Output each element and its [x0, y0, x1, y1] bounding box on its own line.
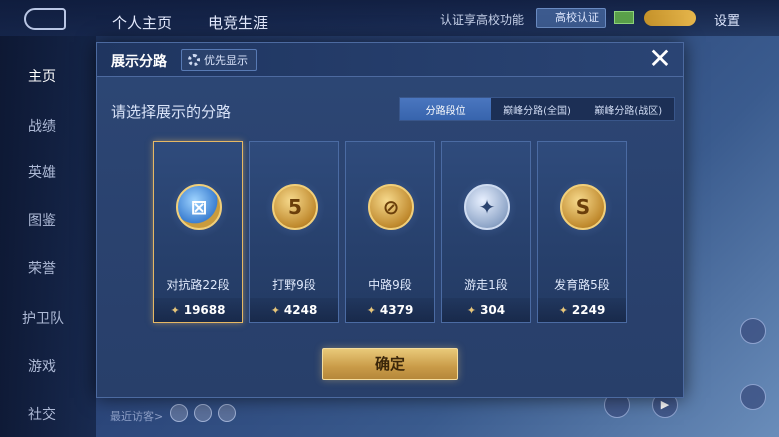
flag-icon — [614, 11, 634, 24]
score-value: 2249 — [571, 303, 606, 317]
lane-card-top[interactable]: ⊠ 对抗路22段 ✦ 19688 — [153, 141, 243, 323]
confirm-button[interactable]: 确定 — [322, 348, 458, 380]
settings-button[interactable]: 设置 — [714, 10, 740, 29]
top-lane-emblem-icon: ⊠ — [176, 184, 222, 230]
roam-emblem-icon: ✦ — [464, 184, 510, 230]
score-arrow-icon: ✦ — [366, 303, 376, 317]
lane-card-mid[interactable]: ⊘ 中路9段 ✦ 4379 — [345, 141, 435, 323]
visitor-avatar-icon[interactable] — [194, 404, 212, 422]
close-button[interactable]: ✕ — [645, 45, 675, 75]
tab-peak-national[interactable]: 巅峰分路(全国) — [491, 98, 582, 120]
nav-item-record[interactable]: 战绩 — [28, 116, 56, 136]
side-action-icon[interactable] — [740, 318, 766, 344]
left-nav — [0, 36, 96, 437]
campus-verify-button[interactable]: 高校认证 — [536, 8, 606, 28]
score-arrow-icon: ✦ — [466, 303, 477, 317]
tab-lane-rank[interactable]: 分路段位 — [400, 98, 492, 120]
card-score: ✦ 4248 — [250, 298, 338, 322]
card-label: 中路9段 — [368, 278, 412, 292]
farm-lane-emblem-icon: S — [560, 184, 606, 230]
nav-item-games[interactable]: 游戏 — [28, 356, 56, 376]
nav-item-heroes[interactable]: 英雄 — [28, 162, 56, 182]
nav-item-honor[interactable]: 荣誉 — [28, 258, 56, 278]
score-arrow-icon: ✦ — [170, 303, 180, 317]
lane-card-farm[interactable]: S 发育路5段 ✦ 2249 — [537, 141, 627, 323]
tab-esports-career[interactable]: 电竞生涯 — [208, 12, 268, 33]
lane-card-jungle[interactable]: 5 打野9段 ✦ 4248 — [249, 141, 339, 323]
card-score: ✦ 304 — [442, 298, 530, 322]
side-action-icon[interactable] — [740, 384, 766, 410]
verify-hint: 认证享高校功能 — [440, 13, 525, 27]
dialog-header: 展示分路 优先显示 ✕ — [97, 43, 683, 77]
jungle-emblem-icon: 5 — [272, 184, 318, 230]
card-score: ✦ 4379 — [346, 298, 434, 322]
nav-item-home[interactable]: 主页 — [28, 66, 56, 86]
mid-lane-emblem-icon: ⊘ — [368, 184, 414, 230]
score-arrow-icon: ✦ — [270, 303, 280, 317]
lane-card-roam[interactable]: ✦ 游走1段 ✦ 304 — [441, 141, 531, 323]
score-value: 4248 — [283, 303, 318, 317]
back-button[interactable] — [24, 8, 66, 30]
card-label: 游走1段 — [464, 278, 508, 292]
badge-icon — [644, 10, 696, 26]
tab-peak-region[interactable]: 巅峰分路(战区) — [583, 98, 674, 120]
card-score: ✦ 19688 — [154, 298, 242, 322]
score-value: 304 — [480, 303, 506, 317]
card-score: ✦ 2249 — [538, 298, 626, 322]
nav-item-codex[interactable]: 图鉴 — [28, 210, 56, 230]
score-arrow-icon: ✦ — [558, 303, 568, 317]
card-label: 对抗路22段 — [166, 278, 230, 292]
visitor-avatar-icon[interactable] — [218, 404, 236, 422]
card-label: 打野9段 — [272, 278, 316, 292]
score-value: 4379 — [379, 303, 414, 317]
priority-display-label: 优先显示 — [204, 54, 248, 67]
select-prompt: 请选择展示的分路 — [111, 103, 232, 121]
display-lane-dialog: 展示分路 优先显示 ✕ 请选择展示的分路 分路段位 巅峰分路(全国) 巅峰分路(… — [96, 42, 684, 398]
lane-tabs: 分路段位 巅峰分路(全国) 巅峰分路(战区) — [399, 97, 675, 121]
visitor-avatar-icon[interactable] — [170, 404, 188, 422]
nav-item-guard[interactable]: 护卫队 — [22, 308, 64, 328]
gear-icon — [188, 54, 200, 66]
recent-visitors-link[interactable]: 最近访客> — [110, 408, 163, 424]
card-label: 发育路5段 — [554, 278, 610, 292]
dialog-title: 展示分路 — [111, 54, 167, 70]
nav-item-social[interactable]: 社交 — [28, 404, 56, 424]
tab-personal-home[interactable]: 个人主页 — [112, 12, 172, 33]
priority-display-button[interactable]: 优先显示 — [181, 49, 257, 71]
score-value: 19688 — [183, 303, 226, 317]
